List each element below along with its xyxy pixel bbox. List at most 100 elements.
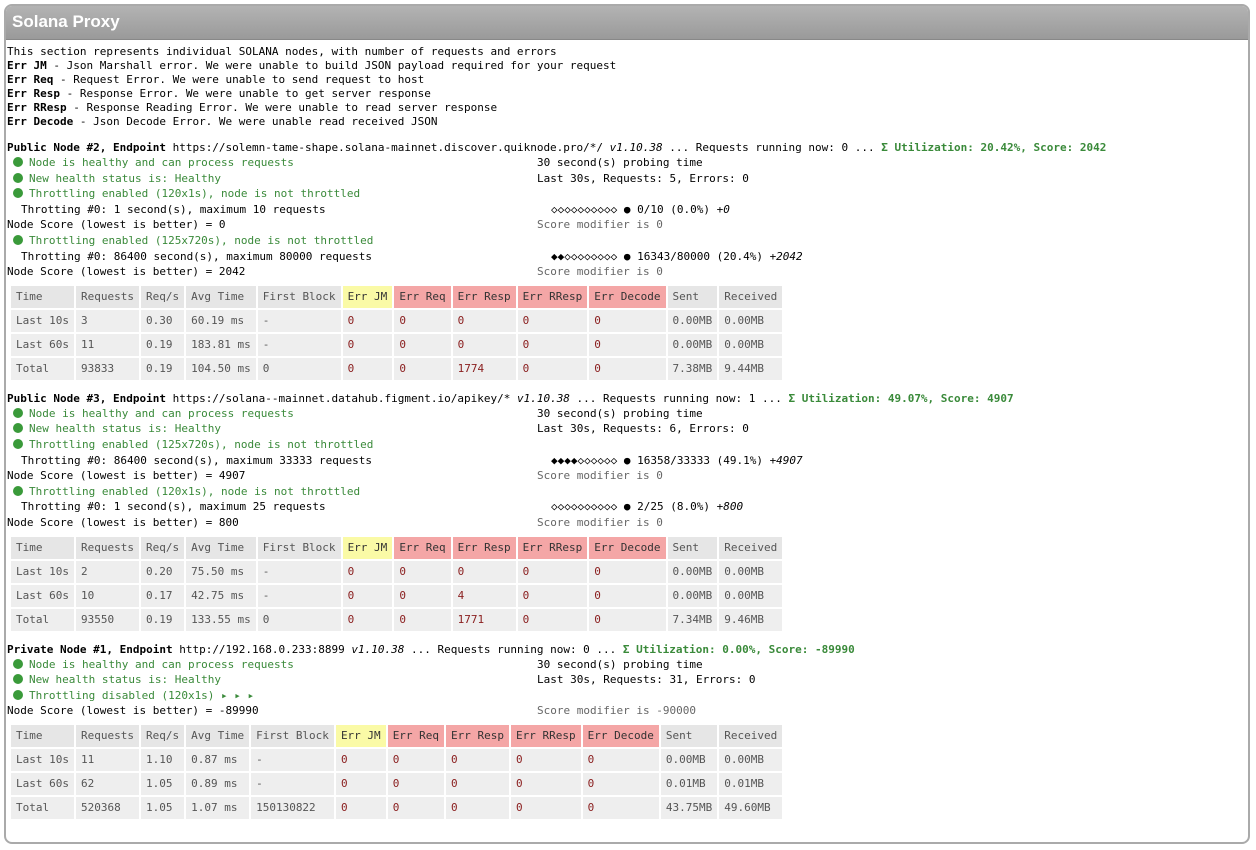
table-cell: 0	[589, 608, 666, 631]
node-stats-table: Time Requests Req/s Avg Time First Block Err …	[9, 723, 784, 821]
node-header: Public Node #3, Endpoint https://solana-…	[7, 391, 1014, 405]
table-cell: 2	[75, 560, 139, 583]
status-dot-icon	[13, 438, 23, 449]
column-header: Err Req	[394, 285, 451, 308]
table-cell: 0	[394, 560, 451, 583]
table-cell: 0.00MB	[667, 560, 718, 583]
legend-err-rresp: Err RResp - Response Reading Error. We w…	[7, 101, 498, 114]
column-header: Err Resp	[452, 285, 516, 308]
node-endpoint: http://192.168.0.233:8899	[172, 642, 352, 656]
table-cell: -	[257, 309, 341, 332]
status-dot-icon	[13, 234, 23, 245]
column-header: Req/s	[140, 536, 185, 559]
column-header: Err Req	[387, 724, 445, 747]
table-cell: 520368	[75, 796, 139, 819]
table-cell: 0	[394, 309, 451, 332]
arrows-icon: ▸ ▸ ▸	[214, 688, 255, 702]
table-cell: 0.00MB	[667, 309, 718, 332]
table-cell: 1.10	[140, 748, 185, 771]
node-endpoint: https://solemn-tame-shape.solana-mainnet…	[165, 141, 610, 154]
table-cell: 0.01MB	[660, 772, 718, 795]
table-cell: Last 60s	[11, 333, 74, 356]
table-cell: 0	[446, 748, 510, 771]
table-cell: 93550	[75, 608, 139, 631]
table-row: Last 60s 62 1.05 0.89 ms -0 0 0 0 0 0.01MB 0.01MB	[11, 772, 783, 795]
table-cell: Total	[11, 608, 74, 631]
table-cell: 0	[452, 333, 516, 356]
table-cell: 0	[589, 333, 666, 356]
table-cell: 0	[589, 357, 666, 380]
table-cell: 0	[446, 772, 510, 795]
column-header: First Block	[257, 285, 341, 308]
table-cell: 1.05	[140, 796, 185, 819]
table-cell: 0	[511, 748, 581, 771]
legend-err-resp: Err Resp - Response Error. We were unabl…	[7, 87, 431, 100]
table-cell: -	[257, 560, 341, 583]
table-cell: 0	[452, 560, 516, 583]
column-header: Time	[11, 285, 74, 308]
table-cell: 0	[589, 560, 666, 583]
column-header: Req/s	[140, 724, 185, 747]
column-header: Err RResp	[511, 724, 581, 747]
panel-title: Solana Proxy	[6, 6, 1248, 40]
table-cell: 0	[335, 748, 386, 771]
table-header-row: Time Requests Req/s Avg Time First Block Err …	[11, 536, 783, 559]
table-cell: 7.34MB	[667, 608, 718, 631]
table-cell: 43.75MB	[660, 796, 718, 819]
table-cell: 49.60MB	[719, 796, 783, 819]
table-cell: 133.55 ms	[186, 608, 256, 631]
table-cell: 0.19	[140, 608, 185, 631]
table-cell: 0	[517, 309, 588, 332]
table-cell: 0.30	[140, 309, 185, 332]
column-header: Sent	[667, 536, 718, 559]
column-header: Err JM	[342, 536, 393, 559]
column-header: Time	[11, 724, 74, 747]
node-header: Private Node #1, Endpoint http://192.168…	[7, 642, 855, 656]
table-cell: 3	[75, 309, 139, 332]
table-cell: 0	[394, 584, 451, 607]
status-dot-icon	[13, 407, 23, 418]
table-cell: 0	[582, 772, 659, 795]
solana-proxy-panel: Solana Proxy This section represents ind…	[4, 4, 1250, 844]
table-cell: 0	[582, 796, 659, 819]
table-cell: 75.50 ms	[186, 560, 256, 583]
table-row: Total 93833 0.19 104.50 ms 0 0 0 1774 0 0 7.38MB 9.…	[11, 357, 783, 380]
table-cell: 0	[394, 608, 451, 631]
table-cell: 0	[342, 333, 393, 356]
table-cell: 0.87 ms	[186, 748, 250, 771]
column-header: Err Decode	[589, 536, 666, 559]
table-cell: 0	[335, 796, 386, 819]
table-cell: 0.00MB	[719, 309, 783, 332]
table-cell: 0	[511, 772, 581, 795]
node-endpoint: https://solana--mainnet.datahub.figment.…	[165, 391, 517, 405]
table-cell: 93833	[75, 357, 139, 380]
table-cell: 183.81 ms	[186, 333, 256, 356]
table-cell: 0	[257, 608, 341, 631]
table-cell: 0.17	[140, 584, 185, 607]
node-header: Public Node #2, Endpoint https://solemn-…	[7, 141, 1107, 154]
table-cell: 4	[452, 584, 516, 607]
node-stats-table: Time Requests Req/s Avg Time First Block Err …	[9, 284, 784, 382]
column-header: Err JM	[342, 285, 393, 308]
table-cell: -	[251, 748, 334, 771]
table-cell: 0	[335, 772, 386, 795]
column-header: Avg Time	[186, 536, 256, 559]
table-cell: 0	[517, 357, 588, 380]
table-cell: 0	[342, 309, 393, 332]
table-cell: 0	[517, 584, 588, 607]
table-cell: 0	[387, 796, 445, 819]
table-cell: 0.19	[140, 333, 185, 356]
column-header: Time	[11, 536, 74, 559]
table-cell: 0	[387, 772, 445, 795]
table-cell: 0	[342, 584, 393, 607]
table-cell: 0	[446, 796, 510, 819]
table-cell: 0.00MB	[719, 560, 783, 583]
table-row: Last 60s 10 0.17 42.75 ms -0 0 4 0 0 0.00MB 0.00MB	[11, 584, 783, 607]
column-header: Received	[719, 536, 783, 559]
column-header: Avg Time	[186, 724, 250, 747]
column-header: Err Resp	[446, 724, 510, 747]
table-cell: 62	[75, 772, 139, 795]
column-header: Req/s	[140, 285, 185, 308]
table-cell: Last 60s	[11, 772, 74, 795]
table-cell: 0.00MB	[719, 748, 783, 771]
